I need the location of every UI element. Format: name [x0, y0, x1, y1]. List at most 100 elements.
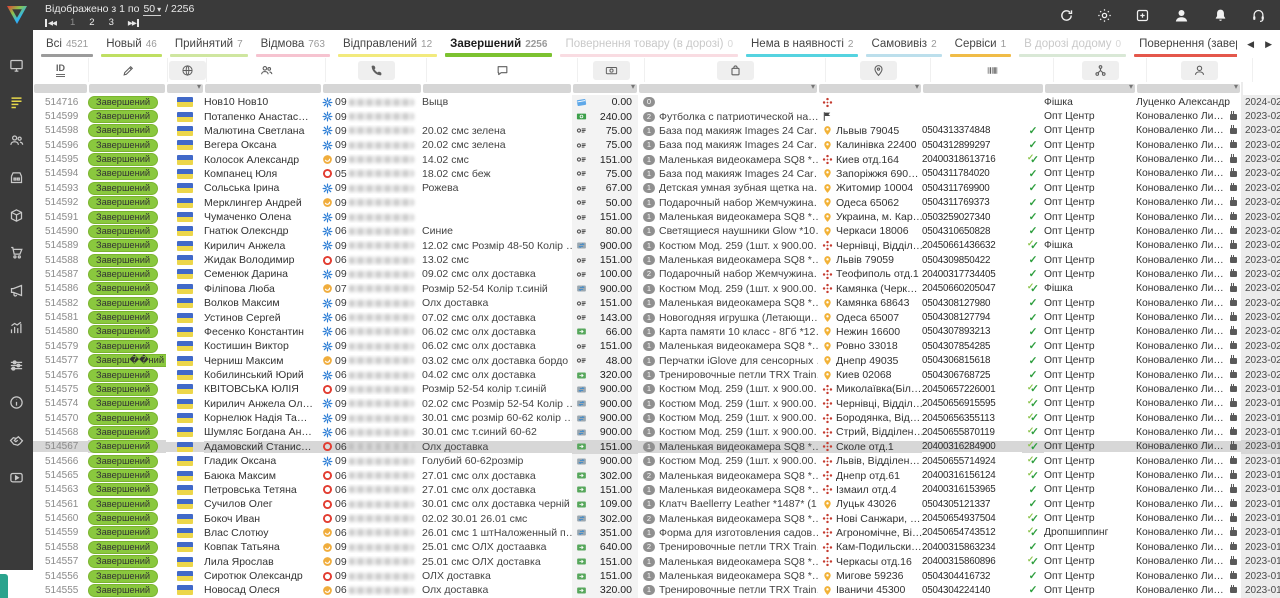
table-row[interactable]: 514587 Завершений Семенюк Дарина 09 09.0… — [33, 267, 1280, 281]
table-row[interactable]: 514565 Завершений Баюка Максим 06 27.01 … — [33, 468, 1280, 482]
table-row[interactable]: 514591 Завершений Чумаченко Олена 09 151… — [33, 210, 1280, 224]
table-row[interactable]: 514716 Завершений Нов10 Нов10 09 Выцв 0.… — [33, 95, 1280, 109]
table-row[interactable]: 514570 Завершений Корнелюк Надія Та… 09 … — [33, 411, 1280, 425]
notifications-button[interactable] — [1213, 8, 1228, 23]
add-new-button[interactable] — [1135, 8, 1150, 23]
first-page-button[interactable] — [45, 19, 56, 27]
column-filter-location[interactable] — [818, 82, 922, 95]
column-filter-fulfillment[interactable] — [1044, 82, 1136, 95]
column-filter-money[interactable] — [572, 82, 638, 95]
tab-scroll-right-icon[interactable]: ▶ — [1265, 39, 1272, 50]
page-button-1[interactable]: 1 — [70, 17, 75, 28]
table-row[interactable]: 514577 Заверш��ний Черниш Максим 09 03.0… — [33, 353, 1280, 367]
sidebar-item-orders[interactable] — [0, 95, 33, 111]
table-row[interactable]: 514594 Завершений Компанец Юля 05 18.02 … — [33, 167, 1280, 181]
tab-Завершений[interactable]: Завершений2256 — [441, 30, 556, 58]
column-header-comment[interactable] — [426, 58, 577, 82]
column-header-fulfillment[interactable] — [1053, 58, 1146, 82]
table-row[interactable]: 514575 Завершений КВІТОВСЬКА ЮЛІЯ 09 Роз… — [33, 382, 1280, 396]
tab-Повернення товару (в дорозі)[interactable]: Повернення товару (в дорозі)0 — [556, 30, 742, 58]
table-row[interactable]: 514590 Завершений Гнатюк Олексндр 06 Син… — [33, 224, 1280, 238]
tab-Відмова[interactable]: Відмова763 — [252, 30, 334, 58]
table-row[interactable]: 514589 Завершений Кирилич Анжела 09 12.0… — [33, 239, 1280, 253]
sidebar-item-partners[interactable] — [0, 432, 33, 448]
sidebar-item-automation[interactable] — [0, 357, 33, 373]
table-row[interactable]: 514566 Завершений Гладик Оксана 09 Голуб… — [33, 454, 1280, 468]
sidebar-item-clients[interactable] — [0, 132, 33, 148]
tab-Всі[interactable]: Всі4521 — [37, 30, 97, 58]
table-row[interactable]: 514563 Завершений Петровська Тетяна 06 2… — [33, 483, 1280, 497]
tab-Нема в наявності[interactable]: Нема в наявності2 — [742, 30, 862, 58]
column-header-ttn[interactable] — [930, 58, 1053, 82]
column-header-name[interactable] — [206, 58, 325, 82]
table-row[interactable]: 514557 Завершений Лила Ярослав 09 25.01 … — [33, 555, 1280, 569]
support-button[interactable] — [1251, 8, 1266, 23]
column-header-id[interactable]: ID — [33, 58, 88, 82]
table-row[interactable]: 514560 Завершений Бокоч Иван 09 02.02 30… — [33, 511, 1280, 525]
table-row[interactable]: 514598 Завершений Малютина Светлана 09 2… — [33, 124, 1280, 138]
table-row[interactable]: 514567 Завершений Адамовский Станис… 06 … — [33, 440, 1280, 454]
app-logo-icon[interactable] — [5, 3, 29, 27]
tab-Сервіси[interactable]: Сервіси1 — [946, 30, 1016, 58]
table-row[interactable]: 514593 Завершений Сольська Ірина 09 Роже… — [33, 181, 1280, 195]
column-header-phone[interactable] — [325, 58, 426, 82]
column-filter-ttn[interactable] — [922, 82, 1044, 95]
user-profile-button[interactable] — [1173, 7, 1190, 24]
table-row[interactable]: 514580 Завершений Фесенко Константин 06 … — [33, 325, 1280, 339]
column-filter-product[interactable] — [638, 82, 818, 95]
table-row[interactable]: 514574 Завершений Кирилич Анжела Ол… 09 … — [33, 397, 1280, 411]
table-row[interactable]: 514576 Завершений Кобилинський Юрий 06 0… — [33, 368, 1280, 382]
column-filter-flag[interactable] — [166, 82, 204, 95]
column-header-manager[interactable] — [1146, 58, 1252, 82]
tab-scroll-left-icon[interactable]: ◀ — [1247, 39, 1254, 50]
column-filter-phone[interactable] — [322, 82, 422, 95]
table-row[interactable]: 514559 Завершений Влас Слотюу 06 26.01 с… — [33, 526, 1280, 540]
table-row[interactable]: 514596 Завершений Вегера Оксана 09 20.02… — [33, 138, 1280, 152]
table-row[interactable]: 514595 Завершений Колосок Александр 09 1… — [33, 152, 1280, 166]
column-header-product[interactable] — [644, 58, 825, 82]
column-header-status[interactable] — [88, 58, 167, 82]
table-row[interactable]: 514586 Завершений Філіпова Люба 07 Розмі… — [33, 282, 1280, 296]
table-row[interactable]: 514558 Завершений Ковпак Татьяна 09 25.0… — [33, 540, 1280, 554]
sidebar-item-tutorials[interactable] — [0, 470, 33, 486]
page-size-select[interactable]: 50 — [143, 3, 161, 16]
table-row[interactable]: 514582 Завершений Волков Максим 09 Олх д… — [33, 296, 1280, 310]
sidebar-item-statistics[interactable] — [0, 320, 33, 336]
column-filter-manager[interactable] — [1136, 82, 1241, 95]
refresh-button[interactable] — [1059, 8, 1074, 23]
table-row[interactable]: 514561 Завершений Сучилов Олег 06 30.01 … — [33, 497, 1280, 511]
table-row[interactable]: 514581 Завершений Устинов Сергей 06 07.0… — [33, 310, 1280, 324]
table-row[interactable]: 514592 Завершений Мерклингер Андрей 09 5… — [33, 196, 1280, 210]
column-filter-id[interactable] — [33, 82, 88, 95]
page-button-2[interactable]: 2 — [89, 17, 94, 28]
sidebar-item-products[interactable] — [0, 207, 33, 223]
column-header-date[interactable] — [1252, 58, 1253, 82]
column-filter-status[interactable] — [88, 82, 166, 95]
page-button-3[interactable]: 3 — [109, 17, 114, 28]
column-filter-comment[interactable] — [422, 82, 572, 95]
column-header-flag[interactable] — [167, 58, 206, 82]
sidebar-item-marketplace[interactable] — [0, 170, 33, 186]
column-filter-name[interactable] — [204, 82, 322, 95]
tab-Відправлений[interactable]: Відправлений12 — [334, 30, 441, 58]
table-row[interactable]: 514599 Завершений Потапенко Анастас… 09 … — [33, 109, 1280, 123]
table-row[interactable]: 514579 Завершений Костишин Виктор 09 06.… — [33, 339, 1280, 353]
last-page-button[interactable] — [128, 19, 139, 27]
table-row[interactable]: 514555 Завершений Новосад Олеся 06 Олх д… — [33, 583, 1280, 597]
table-row[interactable]: 514556 Завершений Сиротюк Олександр 09 О… — [33, 569, 1280, 583]
sidebar-item-procurement[interactable] — [0, 245, 33, 261]
tab-Прийнятий[interactable]: Прийнятий7 — [166, 30, 252, 58]
sidebar-item-dashboard[interactable] — [0, 57, 33, 73]
table-row[interactable]: 514588 Завершений Жидак Володимир 06 13.… — [33, 253, 1280, 267]
table-row[interactable]: 514568 Завершений Шумляс Богдана Ан… 06 … — [33, 425, 1280, 439]
sidebar-item-marketing[interactable] — [0, 282, 33, 298]
column-header-location[interactable] — [825, 58, 930, 82]
chat-widget-edge[interactable] — [0, 574, 8, 598]
tab-В дорозі додому[interactable]: В дорозі додому0 — [1015, 30, 1130, 58]
settings-button[interactable] — [1097, 8, 1112, 23]
sidebar-item-info[interactable] — [0, 395, 33, 411]
tab-Новый[interactable]: Новый46 — [97, 30, 166, 58]
column-filter-date[interactable] — [1241, 82, 1243, 95]
column-header-money[interactable] — [577, 58, 644, 82]
tab-Самовивіз[interactable]: Самовивіз2 — [862, 30, 945, 58]
